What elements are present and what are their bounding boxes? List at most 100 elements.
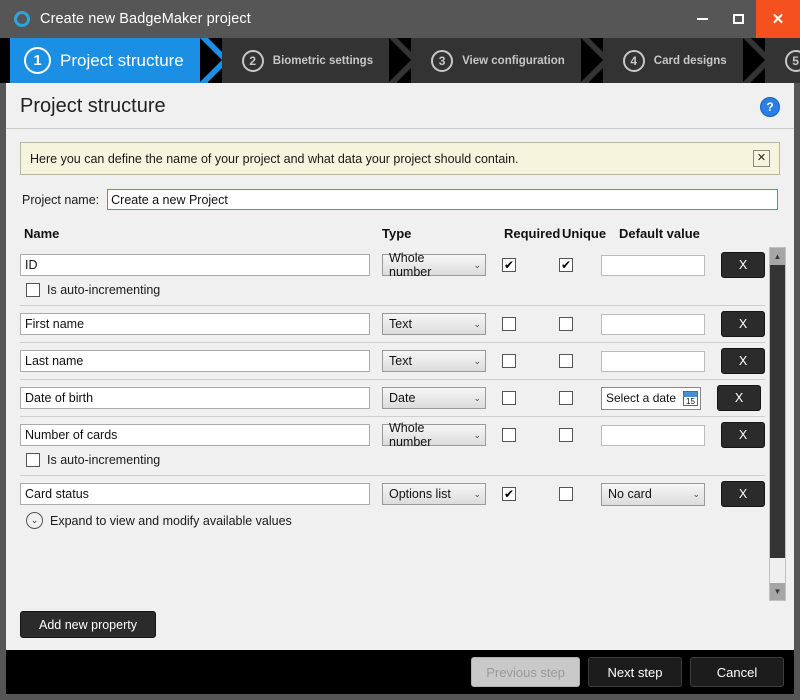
default-value-input[interactable] — [601, 254, 705, 276]
property-type-value: Whole number — [389, 421, 432, 449]
step-project-structure[interactable]: 1 Project structure — [10, 38, 230, 83]
default-value-input[interactable] — [601, 313, 705, 335]
close-button[interactable]: ✕ — [756, 0, 800, 38]
column-header-required: Required — [504, 226, 561, 241]
column-header-unique: Unique — [562, 226, 607, 241]
chevron-down-icon: ⌄ — [473, 429, 481, 440]
required-checkbox[interactable]: ✔ — [502, 487, 516, 501]
close-icon: ✕ — [771, 10, 785, 28]
table-row: Date ⌄ Select a date 15 X — [20, 379, 765, 416]
default-date-picker[interactable]: Select a date 15 — [601, 386, 701, 410]
next-step-button[interactable]: Next step — [588, 657, 682, 687]
property-type-select[interactable]: Whole number ⌄ — [382, 421, 486, 449]
property-name-input[interactable] — [20, 313, 370, 335]
property-rows-area: Whole number ⌄ ✔ ✔ X — [20, 247, 786, 601]
chevron-down-icon: ⌄ — [692, 488, 700, 499]
table-row: Options list ⌄ ✔ No card ⌄ — [20, 475, 765, 537]
delete-property-button[interactable]: X — [717, 385, 761, 411]
required-checkbox[interactable]: ✔ — [502, 258, 516, 272]
table-row: Whole number ⌄ ✔ ✔ X — [20, 247, 765, 305]
unique-cell — [544, 487, 601, 501]
table-row: Whole number ⌄ X Is — [20, 416, 765, 475]
maximize-icon — [732, 14, 744, 24]
project-name-row: Project name: — [22, 189, 778, 210]
table-column-headers: Name Type Required Unique Default value — [20, 226, 780, 247]
property-name-input[interactable] — [20, 483, 370, 505]
default-date-text: Select a date — [606, 391, 677, 405]
previous-step-button[interactable]: Previous step — [471, 657, 580, 687]
property-type-select[interactable]: Options list ⌄ — [382, 483, 486, 505]
unique-cell — [544, 391, 601, 405]
property-type-value: Text — [389, 354, 412, 368]
default-value-input[interactable] — [601, 424, 705, 446]
property-type-select[interactable]: Whole number ⌄ — [382, 251, 486, 279]
property-type-value: Text — [389, 317, 412, 331]
property-name-input[interactable] — [20, 387, 370, 409]
step-triggers[interactable]: 5 Triggers — [742, 38, 800, 83]
unique-checkbox[interactable] — [559, 391, 573, 405]
property-type-select[interactable]: Date ⌄ — [382, 387, 486, 409]
scroll-up-icon[interactable]: ▲ — [770, 248, 785, 265]
step-biometric-settings[interactable]: 2 Biometric settings — [199, 38, 420, 83]
help-icon[interactable]: ? — [760, 96, 780, 117]
default-value-select[interactable]: No card ⌄ — [601, 482, 705, 506]
chevron-down-icon: ⌄ — [473, 392, 481, 403]
unique-cell: ✔ — [544, 258, 601, 272]
scrollbar-track[interactable] — [770, 265, 785, 583]
page-title: Project structure — [20, 95, 166, 117]
required-checkbox[interactable] — [502, 428, 516, 442]
required-checkbox[interactable] — [502, 354, 516, 368]
add-new-property-button[interactable]: Add new property — [20, 611, 156, 638]
vertical-scrollbar[interactable]: ▲ ▼ — [769, 247, 786, 601]
cancel-button[interactable]: Cancel — [690, 657, 784, 687]
unique-checkbox[interactable]: ✔ — [559, 258, 573, 272]
step-view-configuration[interactable]: 3 View configuration — [389, 38, 611, 83]
required-checkbox[interactable] — [502, 391, 516, 405]
app-window: Create new BadgeMaker project ✕ 1 Projec… — [0, 0, 800, 700]
chevron-down-icon: ⌄ — [473, 355, 481, 366]
window-controls: ✕ — [684, 0, 800, 38]
minimize-button[interactable] — [684, 0, 720, 38]
minimize-icon — [696, 18, 708, 20]
auto-increment-checkbox[interactable] — [26, 453, 40, 467]
delete-property-button[interactable]: X — [721, 311, 765, 337]
table-row: Text ⌄ X — [20, 342, 765, 379]
required-checkbox[interactable] — [502, 317, 516, 331]
property-name-input[interactable] — [20, 254, 370, 276]
expand-values-label: Expand to view and modify available valu… — [50, 513, 292, 528]
required-cell — [486, 354, 544, 368]
close-icon[interactable]: ✕ — [753, 150, 770, 167]
auto-increment-label: Is auto-incrementing — [47, 453, 161, 467]
delete-property-button[interactable]: X — [721, 422, 765, 448]
window-title: Create new BadgeMaker project — [40, 11, 251, 27]
table-row: Text ⌄ X — [20, 305, 765, 342]
column-header-type: Type — [382, 226, 412, 241]
project-name-label: Project name: — [22, 192, 100, 207]
scrollbar-thumb[interactable] — [770, 265, 785, 558]
delete-property-button[interactable]: X — [721, 481, 765, 507]
scroll-down-icon[interactable]: ▼ — [770, 583, 785, 600]
expand-values-row[interactable]: ⌄ Expand to view and modify available va… — [20, 507, 765, 532]
property-name-input[interactable] — [20, 350, 370, 372]
unique-checkbox[interactable] — [559, 428, 573, 442]
default-value-input[interactable] — [601, 350, 705, 372]
unique-checkbox[interactable] — [559, 354, 573, 368]
project-name-input[interactable] — [107, 189, 778, 210]
delete-property-button[interactable]: X — [721, 348, 765, 374]
step-card-designs[interactable]: 4 Card designs — [580, 38, 773, 83]
property-name-input[interactable] — [20, 424, 370, 446]
step-label: View configuration — [462, 54, 565, 67]
auto-increment-checkbox[interactable] — [26, 283, 40, 297]
unique-cell — [544, 354, 601, 368]
property-type-select[interactable]: Text ⌄ — [382, 313, 486, 335]
info-banner: Here you can define the name of your pro… — [20, 142, 780, 175]
step-number: 1 — [24, 47, 51, 74]
delete-property-button[interactable]: X — [721, 252, 765, 278]
property-rows-list: Whole number ⌄ ✔ ✔ X — [20, 247, 765, 601]
content-panel: Project structure ? Here you can define … — [6, 83, 794, 650]
property-type-value: Date — [389, 391, 416, 405]
property-type-select[interactable]: Text ⌄ — [382, 350, 486, 372]
unique-checkbox[interactable] — [559, 317, 573, 331]
maximize-button[interactable] — [720, 0, 756, 38]
unique-checkbox[interactable] — [559, 487, 573, 501]
